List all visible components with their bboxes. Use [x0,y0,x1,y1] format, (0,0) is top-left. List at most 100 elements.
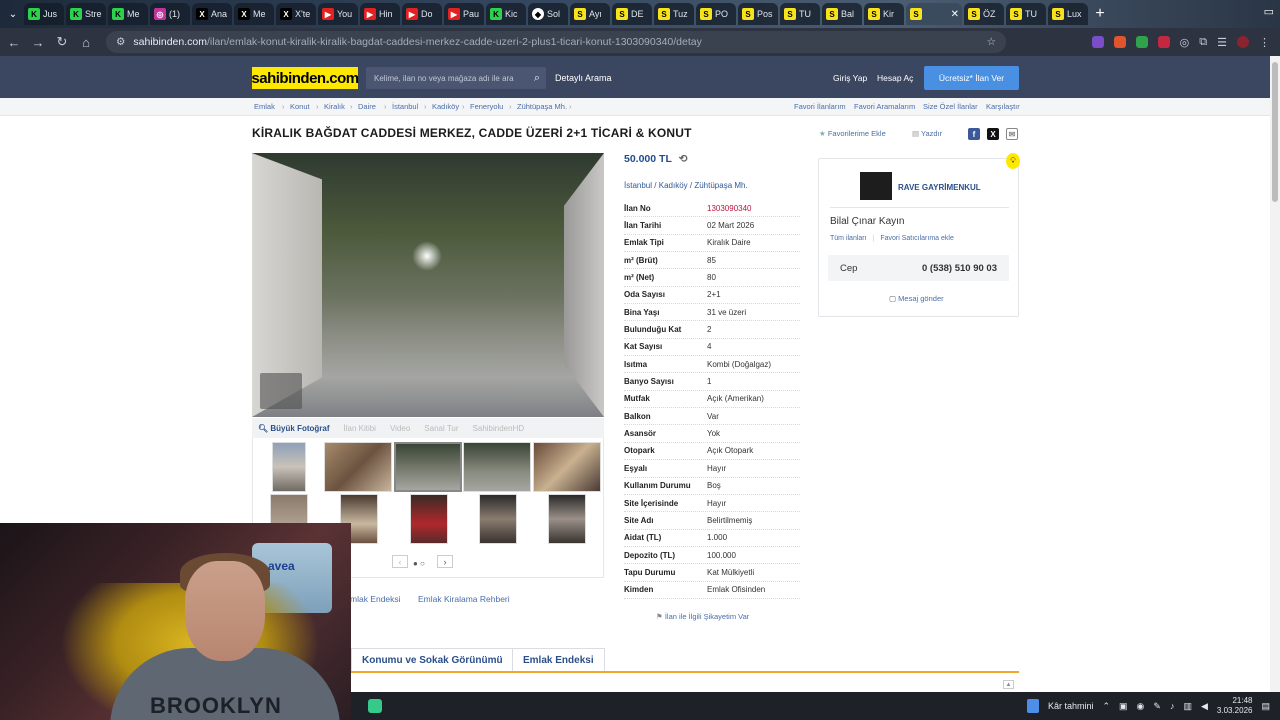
url-field[interactable]: ⚙ sahibinden.com /ilan/emlak-konut-kiral… [106,31,1006,53]
tray-chevron-icon[interactable]: ⌃ [1102,701,1110,712]
window-controls[interactable]: ▭ [1264,5,1274,18]
bookmark-star-icon[interactable]: ☆ [987,36,1006,48]
extensions-puzzle-icon[interactable]: ⧉ [1199,36,1207,49]
add-favorite-link[interactable]: ★ Favorilerime Ekle [819,129,886,138]
browser-tab[interactable]: ▶ Pau [444,3,484,25]
all-listings-link[interactable]: Tüm ilanları [830,235,867,242]
market-index-link[interactable]: mlak Endeksi [350,594,401,604]
browser-tab[interactable]: K Jus [24,3,64,25]
quick-link[interactable]: Karşılaştır [986,102,1020,111]
extension-icon[interactable] [1135,35,1148,48]
rental-guide-link[interactable]: Emlak Kiralama Rehberi [418,594,510,604]
browser-tab[interactable]: S Lux [1048,3,1088,25]
browser-tab[interactable]: S Kir [864,3,904,25]
tips-bulb-icon[interactable]: 💡︎ [1006,153,1020,169]
browser-tab[interactable]: S TU [1006,3,1046,25]
browser-tab[interactable]: ◎ (1) [150,3,190,25]
gallery-prev-button[interactable]: ‹ [392,555,408,568]
profile-avatar[interactable] [1237,35,1249,48]
breadcrumb-item[interactable]: Emlak [254,102,275,111]
quick-link[interactable]: Favori Aramalarım [854,102,915,111]
network-icon[interactable]: ▥ [1183,701,1192,712]
taskbar-app-icon[interactable] [368,699,382,713]
page-scrollbar[interactable] [1270,56,1280,692]
tray-icon[interactable]: ▣ [1119,701,1128,712]
browser-tab[interactable]: S Tuz [654,3,694,25]
breadcrumb-item[interactable]: İstanbul [392,102,418,111]
breadcrumb-item[interactable]: Feneryolu [470,102,503,111]
collapse-icon[interactable]: ▲ [1003,680,1014,689]
thumbnail[interactable] [272,442,306,492]
price-history-icon[interactable]: ⟲ [679,153,688,165]
reading-list-icon[interactable]: ☰ [1217,36,1227,49]
browser-tab[interactable]: S PO [696,3,736,25]
browser-tab[interactable]: S Bal [822,3,862,25]
thumbnail[interactable] [463,442,531,492]
weather-icon[interactable] [1026,699,1039,713]
site-logo[interactable]: sahibinden.com [251,67,359,89]
detailed-search-link[interactable]: Detaylı Arama [555,73,612,83]
browser-tab[interactable]: K Me [108,3,148,25]
gallery-next-button[interactable]: › [437,555,453,568]
virtual-tour-button[interactable]: Sanal Tur [424,424,458,433]
video-button[interactable]: Video [390,424,410,433]
breadcrumb-item[interactable]: Kiralık [324,102,345,111]
search-icon[interactable]: ⌕ [534,72,546,85]
browser-tab[interactable]: ▶ You [318,3,358,25]
thumbnail[interactable] [548,494,586,544]
tab-location-street-view[interactable]: Konumu ve Sokak Görünümü [351,648,514,672]
browser-tab[interactable]: S Pos [738,3,778,25]
thumbnail[interactable] [394,442,462,492]
thumbnail[interactable] [533,442,601,492]
notifications-icon[interactable]: ▤ [1261,701,1270,712]
location-city[interactable]: İstanbul [624,181,652,190]
extension-icon[interactable] [1113,35,1126,48]
breadcrumb-item[interactable]: Daire [358,102,376,111]
browser-tab[interactable]: S TU [780,3,820,25]
browser-tab[interactable]: X Me [234,3,274,25]
browser-tab[interactable]: S ÖZ [964,3,1004,25]
search-input[interactable]: Kelime, ilan no veya mağaza adı ile ara … [366,67,546,89]
site-info-icon[interactable]: ⚙ [116,36,125,48]
email-share-icon[interactable]: ✉ [1006,128,1018,140]
extension-icon[interactable]: ◎ [1180,36,1190,49]
tray-icon[interactable]: ◉ [1137,701,1145,712]
main-listing-photo[interactable] [252,153,604,417]
phone-number[interactable]: 0 (538) 510 90 03 [922,263,997,274]
tray-icon[interactable]: ✎ [1153,701,1161,712]
thumbnail[interactable] [479,494,517,544]
browser-tab[interactable]: K Stre [66,3,106,25]
location-neighborhood[interactable]: Zühtüpaşa Mh. [694,181,747,190]
send-message-link[interactable]: ▢ Mesaj gönder [889,294,944,303]
tab-search-icon[interactable]: ⌄ [4,9,22,20]
post-ad-button[interactable]: Ücretsiz* İlan Ver [924,66,1019,90]
browser-tab[interactable]: K Kic [486,3,526,25]
thumbnail[interactable] [410,494,448,544]
listing-brochure-button[interactable]: İlan Kitibi [344,424,376,433]
tab-close-icon[interactable]: ✕ [951,9,962,20]
breadcrumb-item[interactable]: Kadıköy [432,102,459,111]
reload-icon[interactable]: ↻ [50,34,74,50]
login-link[interactable]: Giriş Yap [833,73,867,83]
sahibinden-hd-button[interactable]: SahibindenHD [473,424,525,433]
register-link[interactable]: Hesap Aç [877,73,913,83]
browser-tab[interactable]: ◆ Sol [528,3,568,25]
new-tab-button[interactable]: + [1090,4,1110,24]
thumbnail[interactable] [324,442,392,492]
scrollbar-thumb[interactable] [1272,62,1278,202]
browser-tab[interactable]: ▶ Hin [360,3,400,25]
volume-icon[interactable]: ◀ [1201,701,1208,712]
quick-link[interactable]: Size Özel İlanlar [923,102,978,111]
extension-icon[interactable] [1091,35,1104,48]
browser-tab[interactable]: S DE [612,3,652,25]
browser-tab[interactable]: ▶ Do [402,3,442,25]
x-share-icon[interactable]: X [987,128,999,140]
menu-icon[interactable]: ⋮ [1259,36,1270,49]
large-photo-button[interactable]: 🔍︎ Büyük Fotoğraf [258,424,330,433]
browser-tab[interactable]: S ✕ [906,3,962,25]
browser-tab[interactable]: X X'te [276,3,316,25]
home-icon[interactable]: ⌂ [74,35,98,50]
browser-tab[interactable]: S Ayı [570,3,610,25]
print-link[interactable]: ▤ Yazdır [912,129,942,138]
extension-icon[interactable] [1157,35,1170,48]
